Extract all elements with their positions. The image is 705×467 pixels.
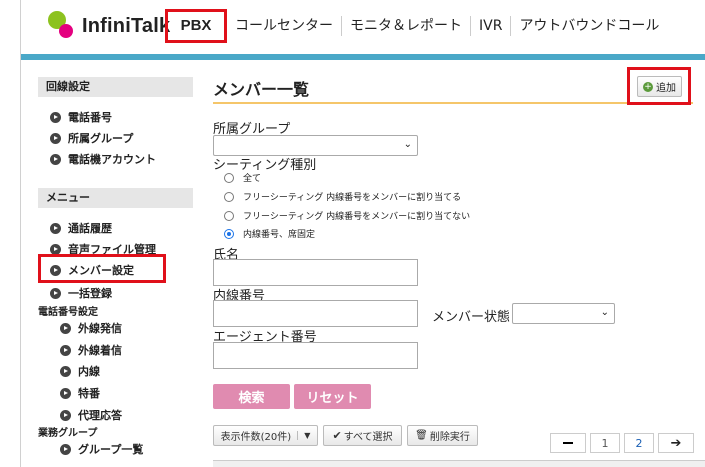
left-edge-panel <box>0 0 21 467</box>
sidebar-item-label: 電話機アカウント <box>68 153 156 166</box>
arrow-bullet-icon <box>50 132 61 144</box>
sidebar-item-label: 所属グループ <box>68 132 134 145</box>
sidebar-item-outbound[interactable]: 外線発信 <box>60 320 122 336</box>
sidebar-item-bulk-register[interactable]: 一括登録 <box>50 285 112 301</box>
per-page-dropdown[interactable]: 表示件数(20件) ▼ <box>213 425 318 446</box>
minus-icon <box>563 442 573 444</box>
sidebar-item-label: 外線発信 <box>78 322 122 335</box>
member-status-label: メンバー状態 <box>432 310 511 325</box>
sidebar-item-label: 通話履歴 <box>68 222 112 235</box>
main-content: メンバー一覧 + 追加 所属グループ ⌄ シーティング種別 全て フリーシーティ… <box>213 60 705 467</box>
sidebar-item-label: 特番 <box>78 387 100 400</box>
extension-field[interactable] <box>213 300 418 327</box>
member-table-header <box>213 460 705 467</box>
sidebar-item-proxy-answer[interactable]: 代理応答 <box>60 407 122 423</box>
chevron-down-icon: ⌄ <box>600 307 609 318</box>
radio-fixed-seat[interactable]: 内線番号、席固定 <box>224 227 315 240</box>
radio-all[interactable]: 全て <box>224 171 261 184</box>
radio-label: フリーシーティング 内線番号をメンバーに割り当てない <box>243 212 471 222</box>
arrow-right-icon: ➔ <box>670 435 682 451</box>
prev-page-button[interactable] <box>550 433 586 453</box>
radio-circle-selected <box>224 228 234 239</box>
sidebar-section-menu: メニュー <box>38 188 193 208</box>
radio-free-no-assign[interactable]: フリーシーティング 内線番号をメンバーに割り当てない <box>224 209 470 222</box>
highlight-box-add: + 追加 <box>627 67 691 105</box>
sidebar: 回線設定 電話番号 所属グループ 電話機アカウント メニュー 通話履歴 音声ファ… <box>21 60 199 467</box>
name-field[interactable] <box>213 259 418 286</box>
select-all-button[interactable]: ✔ すべて選択 <box>323 425 402 446</box>
nav-outbound-call[interactable]: アウトバウンドコール <box>510 16 667 36</box>
search-button[interactable]: 検索 <box>213 384 290 409</box>
arrow-bullet-icon <box>60 322 71 334</box>
arrow-bullet-icon <box>60 387 71 399</box>
trash-icon: 🗑 <box>415 430 428 441</box>
logo-text: InfiniTalk <box>82 14 171 37</box>
sidebar-item-affiliated-group[interactable]: 所属グループ <box>50 130 133 146</box>
nav-pbx[interactable]: PBX <box>165 9 227 43</box>
sidebar-item-label: 電話番号 <box>68 111 112 124</box>
sidebar-item-label: 一括登録 <box>68 287 112 300</box>
arrow-bullet-icon <box>60 409 71 421</box>
arrow-bullet-icon <box>60 443 71 455</box>
sidebar-item-label: 外線着信 <box>78 344 122 357</box>
delete-button[interactable]: 🗑 削除実行 <box>407 425 478 446</box>
chevron-down-icon: ⌄ <box>403 139 412 150</box>
radio-circle <box>224 172 234 183</box>
next-page-button[interactable]: ➔ <box>658 433 694 453</box>
select-all-label: すべて選択 <box>343 432 393 443</box>
check-icon: ✔ <box>332 429 342 442</box>
highlight-box-member-settings <box>38 254 166 283</box>
radio-label: 全て <box>243 174 262 184</box>
member-status-select[interactable]: ⌄ <box>512 303 615 324</box>
logo-mark-icon <box>48 11 74 41</box>
sidebar-item-group-list[interactable]: グループ一覧 <box>60 441 143 457</box>
sidebar-section-line-settings: 回線設定 <box>38 77 193 97</box>
arrow-bullet-icon <box>50 222 61 234</box>
agent-number-field[interactable] <box>213 342 418 369</box>
arrow-bullet-icon <box>60 344 71 356</box>
infinitalk-logo[interactable]: InfiniTalk <box>48 8 170 44</box>
page-1[interactable]: 1 <box>590 433 620 453</box>
nav-monitor-report[interactable]: モニタ＆レポート <box>341 16 470 36</box>
sidebar-item-label: グループ一覧 <box>78 443 144 456</box>
top-nav: PBX コールセンター モニタ＆レポート IVR アウトバウンドコール <box>165 9 667 43</box>
sidebar-item-inbound[interactable]: 外線着信 <box>60 342 122 358</box>
sidebar-group-phone-settings: 電話番号設定 <box>38 307 98 318</box>
per-page-label: 表示件数(20件) <box>220 432 292 443</box>
nav-call-center[interactable]: コールセンター <box>227 16 341 36</box>
page-title: メンバー一覧 <box>213 80 310 99</box>
plus-icon: + <box>643 81 653 92</box>
group-select[interactable]: ⌄ <box>213 135 418 156</box>
caret-down-icon: ▼ <box>297 431 310 440</box>
arrow-bullet-icon <box>50 111 61 123</box>
add-button[interactable]: + 追加 <box>637 76 682 97</box>
sidebar-item-label: 内線 <box>78 365 100 378</box>
app-header: InfiniTalk PBX コールセンター モニタ＆レポート IVR アウトバ… <box>21 0 705 54</box>
arrow-bullet-icon <box>50 287 61 299</box>
add-button-label: 追加 <box>656 83 676 94</box>
sidebar-item-extension[interactable]: 内線 <box>60 363 100 379</box>
delete-label: 削除実行 <box>429 432 470 443</box>
sidebar-item-call-history[interactable]: 通話履歴 <box>50 220 112 236</box>
sidebar-item-label: 代理応答 <box>78 409 122 422</box>
page-2[interactable]: 2 <box>624 433 654 453</box>
radio-circle <box>224 210 234 221</box>
title-underline <box>213 102 693 104</box>
radio-circle <box>224 191 234 202</box>
sidebar-item-phone-number[interactable]: 電話番号 <box>50 109 112 125</box>
radio-free-assign[interactable]: フリーシーティング 内線番号をメンバーに割り当てる <box>224 190 461 203</box>
radio-label: 内線番号、席固定 <box>243 230 316 240</box>
arrow-bullet-icon <box>60 365 71 377</box>
sidebar-item-phone-account[interactable]: 電話機アカウント <box>50 151 156 167</box>
radio-label: フリーシーティング 内線番号をメンバーに割り当てる <box>243 193 462 203</box>
sidebar-group-business: 業務グループ <box>38 428 98 439</box>
nav-ivr[interactable]: IVR <box>470 16 510 36</box>
arrow-bullet-icon <box>50 243 61 255</box>
reset-button[interactable]: リセット <box>294 384 371 409</box>
sidebar-item-special-number[interactable]: 特番 <box>60 385 100 401</box>
arrow-bullet-icon <box>50 153 61 165</box>
